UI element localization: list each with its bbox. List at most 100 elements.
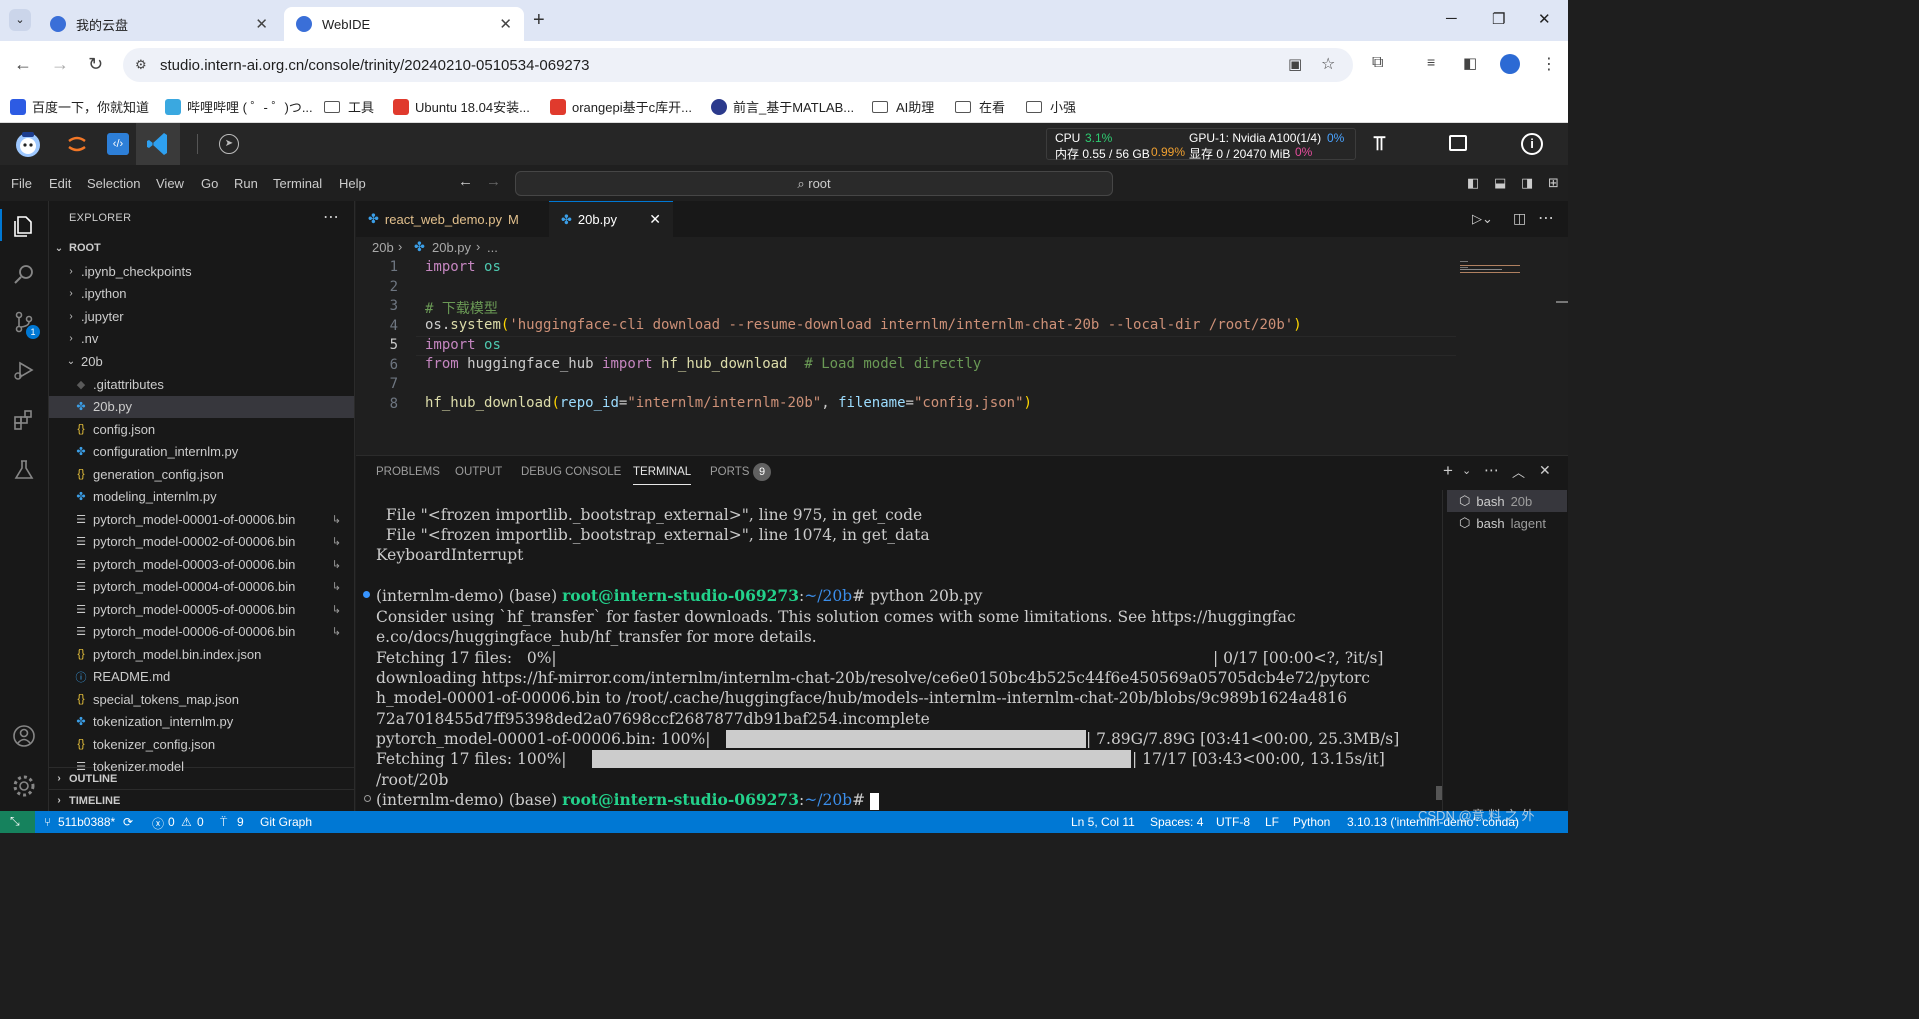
- tree-file[interactable]: {} config.json: [49, 418, 354, 440]
- toggle-sidebar-icon[interactable]: ◧: [1467, 175, 1479, 191]
- ports-count[interactable]: 9: [237, 815, 244, 829]
- extensions-icon[interactable]: [11, 407, 37, 433]
- search-icon[interactable]: [11, 261, 37, 287]
- bookmark-star-icon[interactable]: ☆: [1321, 54, 1335, 74]
- restore-button[interactable]: ❐: [1492, 10, 1505, 28]
- tab-search-button[interactable]: ⌄: [9, 9, 31, 31]
- menu-selection[interactable]: Selection: [87, 176, 140, 191]
- close-window-button[interactable]: ✕: [1538, 10, 1551, 28]
- tree-file[interactable]: ✤ tokenization_internlm.py: [49, 711, 354, 733]
- tree-folder[interactable]: › .ipynb_checkpoints: [49, 260, 354, 282]
- nav-back-icon[interactable]: ←: [458, 173, 473, 190]
- maximize-panel-icon[interactable]: ︿: [1512, 462, 1525, 481]
- timeline-section[interactable]: › TIMELINE: [49, 789, 354, 811]
- menu-view[interactable]: View: [156, 176, 184, 191]
- tensorflow-icon[interactable]: ⫪: [1374, 133, 1398, 157]
- tree-file[interactable]: ☰ pytorch_model-00001-of-00006.bin ↳: [49, 508, 354, 530]
- indentation[interactable]: Spaces: 4: [1150, 815, 1203, 829]
- tree-root[interactable]: ⌄ ROOT: [49, 237, 354, 259]
- profile-avatar[interactable]: [1500, 54, 1520, 74]
- close-panel-icon[interactable]: ✕: [1539, 462, 1551, 479]
- command-center[interactable]: ⌕ root: [515, 171, 1113, 196]
- panel-tab-output[interactable]: OUTPUT: [455, 466, 502, 478]
- bookmark-watching[interactable]: 在看: [955, 97, 1005, 116]
- bookmark-matlab[interactable]: 前言_基于MATLAB...: [711, 97, 854, 116]
- minimap[interactable]: [1460, 259, 1552, 455]
- more-actions-icon[interactable]: ⋯: [1484, 461, 1499, 479]
- media-icon[interactable]: ≡: [1427, 54, 1435, 70]
- close-icon[interactable]: ✕: [255, 15, 268, 33]
- bookmark-tools[interactable]: 工具: [324, 97, 374, 116]
- bookmark-baidu[interactable]: 百度一下，你就知道: [10, 97, 149, 116]
- tree-file[interactable]: ✤ 20b.py: [49, 395, 354, 418]
- warning-count[interactable]: 0: [197, 815, 204, 829]
- close-icon[interactable]: ✕: [499, 15, 512, 33]
- panel-tab-problems[interactable]: PROBLEMS: [376, 466, 440, 478]
- encoding[interactable]: UTF-8: [1216, 815, 1250, 829]
- menu-run[interactable]: Run: [234, 176, 258, 191]
- terminal[interactable]: File "<frozen importlib._bootstrap_exter…: [356, 490, 1442, 811]
- breadcrumb-file[interactable]: 20b.py: [432, 240, 471, 255]
- git-graph-button[interactable]: Git Graph: [260, 815, 312, 829]
- tree-file[interactable]: {} pytorch_model.bin.index.json: [49, 643, 354, 665]
- reload-icon[interactable]: ↻: [88, 54, 103, 75]
- bookmark-ai-assistant[interactable]: AI助理: [872, 97, 934, 116]
- terminal-tab-bash-lagent[interactable]: ⬡ bash lagent: [1447, 512, 1567, 534]
- url-text[interactable]: studio.intern-ai.org.cn/console/trinity/…: [160, 57, 589, 74]
- bookmark-bilibili[interactable]: 哔哩哔哩 ( ゜- ゜)つ...: [165, 97, 313, 116]
- manage-gear-icon[interactable]: [11, 773, 37, 799]
- tab-react-web-demo[interactable]: ✤ react_web_demo.py M: [356, 201, 549, 237]
- panel-tab-debug-console[interactable]: DEBUG CONSOLE: [521, 466, 621, 478]
- tree-file[interactable]: ☰ pytorch_model-00006-of-00006.bin ↳: [49, 621, 354, 643]
- toggle-panel-icon[interactable]: ⬓: [1494, 175, 1506, 191]
- tree-file[interactable]: ☰ pytorch_model-00005-of-00006.bin ↳: [49, 598, 354, 620]
- accounts-icon[interactable]: [11, 723, 37, 749]
- testing-icon[interactable]: [11, 457, 37, 483]
- tree-file[interactable]: ☰ pytorch_model-00002-of-00006.bin ↳: [49, 531, 354, 553]
- remote-indicator[interactable]: ⤡: [0, 811, 35, 833]
- tree-file[interactable]: ☰ pytorch_model-00004-of-00006.bin ↳: [49, 576, 354, 598]
- bookmark-orangepi[interactable]: orangepi基于c库开...: [550, 97, 692, 116]
- code-editor-icon[interactable]: ‹/›: [107, 133, 129, 155]
- address-bar[interactable]: ⚙ studio.intern-ai.org.cn/console/trinit…: [123, 48, 1353, 82]
- tree-file[interactable]: {} generation_config.json: [49, 463, 354, 485]
- tree-file[interactable]: {} tokenizer_config.json: [49, 733, 354, 755]
- new-tab-button[interactable]: +: [533, 9, 545, 32]
- tree-file[interactable]: ✤ configuration_internlm.py: [49, 441, 354, 463]
- tree-folder-20b[interactable]: ⌄ 20b: [49, 350, 354, 372]
- tree-folder[interactable]: › .ipython: [49, 282, 354, 304]
- end-of-line[interactable]: LF: [1265, 815, 1279, 829]
- customize-layout-icon[interactable]: ⊞: [1548, 175, 1559, 191]
- code-editor[interactable]: 12345678 import os # 下载模型 os.system('hug…: [356, 259, 1568, 455]
- tree-folder[interactable]: › .jupyter: [49, 305, 354, 327]
- tree-file[interactable]: ☰ pytorch_model-00003-of-00006.bin ↳: [49, 553, 354, 575]
- run-file-icon[interactable]: ▷⌄: [1472, 211, 1493, 227]
- back-arrow-icon[interactable]: ←: [14, 54, 32, 75]
- menu-file[interactable]: File: [11, 176, 32, 191]
- tree-file[interactable]: ⓘ README.md: [49, 666, 354, 688]
- language-mode[interactable]: Python: [1293, 815, 1330, 829]
- menu-terminal[interactable]: Terminal: [273, 176, 322, 191]
- browser-menu-icon[interactable]: ⋮: [1541, 54, 1557, 74]
- bookmark-xiaoqiang[interactable]: 小强: [1026, 97, 1076, 116]
- tree-folder[interactable]: › .nv: [49, 327, 354, 349]
- image-icon[interactable]: [1449, 135, 1467, 151]
- breadcrumb-symbol[interactable]: ...: [487, 240, 498, 255]
- vscode-tab[interactable]: [136, 123, 180, 165]
- explorer-icon[interactable]: [11, 213, 37, 239]
- breadcrumb-folder[interactable]: 20b: [372, 240, 394, 255]
- tree-file[interactable]: {} special_tokens_map.json: [49, 688, 354, 710]
- studio-logo-icon[interactable]: [12, 129, 44, 159]
- panel-tab-ports[interactable]: PORTS: [710, 466, 749, 478]
- error-count[interactable]: 0: [168, 815, 175, 829]
- git-branch[interactable]: 511b0388*: [58, 815, 115, 829]
- browser-tab-cloud[interactable]: 我的云盘 ✕: [38, 7, 280, 41]
- split-editor-icon[interactable]: ◫: [1513, 210, 1526, 227]
- chevron-down-icon[interactable]: ⌄: [1462, 464, 1471, 477]
- info-icon[interactable]: i: [1521, 133, 1543, 155]
- tree-file[interactable]: ✤ modeling_internlm.py: [49, 486, 354, 508]
- toggle-secondary-sidebar-icon[interactable]: ◨: [1521, 175, 1533, 191]
- menu-edit[interactable]: Edit: [49, 176, 71, 191]
- extensions-icon[interactable]: ⧉: [1372, 54, 1383, 72]
- new-terminal-icon[interactable]: +: [1443, 461, 1453, 481]
